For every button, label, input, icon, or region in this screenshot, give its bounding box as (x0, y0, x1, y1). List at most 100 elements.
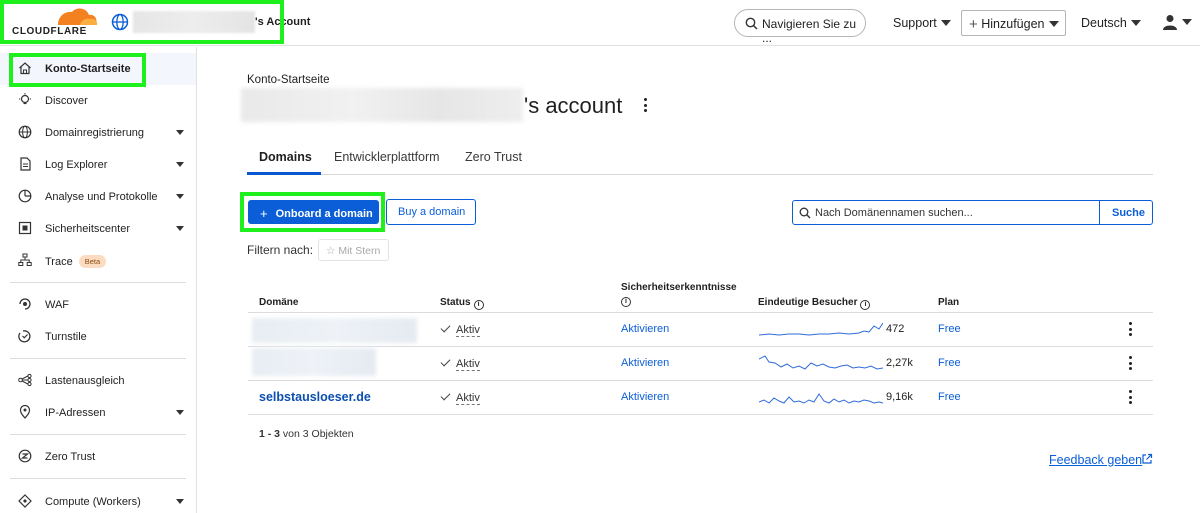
search-button[interactable]: Suche (1099, 200, 1153, 225)
column-header-visitors[interactable]: Eindeutige Besucher i (758, 297, 871, 310)
row-menu-icon[interactable] (1129, 356, 1133, 373)
pagination-total: von 3 Objekten (280, 428, 354, 440)
chevron-down-icon (176, 499, 184, 504)
clock-chart-icon (18, 189, 32, 203)
check-icon (440, 356, 451, 367)
sidebar-item-zero-trust[interactable]: Zero Trust (0, 441, 196, 473)
column-header-domain[interactable]: Domäne (259, 297, 298, 308)
sidebar: Konto-Startseite Discover Domainregistri… (0, 47, 197, 513)
visitors-count: 9,16k (886, 391, 913, 403)
sidebar-item-label: Domainregistrierung (45, 127, 145, 139)
sidebar-item-trace[interactable]: Trace Beta (0, 245, 196, 277)
plan-link[interactable]: Free (938, 357, 961, 369)
sidebar-item-turnstile[interactable]: Turnstile (0, 321, 196, 353)
domain-search-input[interactable]: Nach Domänennamen suchen... (792, 200, 1100, 225)
info-icon[interactable]: i (860, 300, 871, 310)
buy-domain-button[interactable]: Buy a domain (386, 199, 476, 225)
visitors-sparkline (759, 355, 883, 370)
chevron-down-icon (176, 226, 184, 231)
visitors-count: 2,27k (886, 357, 913, 369)
logo-wordmark: CLOUDFLARE (12, 26, 87, 37)
sidebar-item-sicherheitscenter[interactable]: Sicherheitscenter (0, 213, 196, 245)
pagination-summary: 1 - 3 von 3 Objekten (259, 428, 354, 440)
load-balancing-icon (18, 373, 32, 387)
zero-trust-icon (18, 449, 32, 463)
info-icon[interactable]: i (473, 300, 484, 310)
check-icon (440, 390, 451, 401)
active-tab-indicator (247, 172, 321, 175)
visitors-count: 472 (886, 323, 905, 335)
plus-icon: + (260, 206, 268, 221)
feedback-link[interactable]: Feedback geben (1049, 453, 1142, 467)
sidebar-item-compute-workers[interactable]: Compute (Workers) (0, 486, 196, 513)
status-text[interactable]: Aktiv (456, 324, 480, 337)
add-label: Hinzufügen (981, 17, 1045, 31)
activate-security-link[interactable]: Aktivieren (621, 391, 669, 403)
plus-icon: + (969, 16, 978, 33)
page-title: 's account (524, 93, 623, 118)
sidebar-item-label: Lastenausgleich (45, 375, 125, 387)
account-name-suffix: 's Account (255, 16, 311, 28)
row-menu-icon[interactable] (1129, 322, 1133, 339)
domain-name-redacted (252, 348, 376, 376)
tab-domains[interactable]: Domains (259, 150, 312, 164)
sidebar-item-label: Turnstile (45, 331, 87, 343)
onboard-domain-button[interactable]: + Onboard a domain (248, 200, 379, 224)
sidebar-item-analyse-und-protokolle[interactable]: Analyse und Protokolle (0, 181, 196, 213)
sidebar-item-konto-startseite[interactable]: Konto-Startseite (0, 53, 196, 85)
sidebar-item-waf[interactable]: WAF (0, 289, 196, 321)
activate-security-link[interactable]: Aktivieren (621, 323, 669, 335)
row-menu-icon[interactable] (1129, 390, 1133, 407)
column-header-plan[interactable]: Plan (938, 297, 959, 308)
domain-link[interactable]: selbstausloeser.de (259, 390, 371, 404)
star-icon: ☆ (326, 245, 336, 257)
visitors-sparkline (759, 322, 883, 336)
pagination-range: 1 - 3 (259, 428, 281, 440)
star-filter-button[interactable]: ☆ Mit Stern (318, 239, 389, 261)
support-menu[interactable]: Support (893, 16, 951, 30)
status-text[interactable]: Aktiv (456, 392, 480, 405)
activate-security-link[interactable]: Aktivieren (621, 357, 669, 369)
sidebar-item-domainregistrierung[interactable]: Domainregistrierung (0, 117, 196, 149)
sidebar-item-label: Trace (45, 256, 73, 268)
account-title-redacted (241, 88, 523, 122)
home-icon (19, 62, 31, 75)
search-icon (745, 17, 758, 30)
check-icon (440, 322, 451, 333)
top-bar: CLOUDFLARE 's Account Navigieren Sie zu … (0, 0, 1200, 46)
table-divider (248, 380, 1153, 381)
sidebar-item-label: WAF (45, 299, 70, 311)
globe-icon[interactable] (111, 13, 129, 31)
status-text[interactable]: Aktiv (456, 358, 480, 371)
account-name-redacted (133, 11, 255, 33)
chevron-down-icon (1130, 20, 1141, 26)
sidebar-item-discover[interactable]: Discover (0, 85, 196, 117)
cloudflare-logo[interactable]: CLOUDFLARE (12, 7, 98, 37)
sidebar-item-label: Discover (45, 95, 88, 107)
tab-entwicklerplattform[interactable]: Entwicklerplattform (334, 150, 440, 164)
sidebar-divider (10, 434, 186, 435)
external-link-icon[interactable] (1141, 453, 1153, 465)
tab-zero-trust[interactable]: Zero Trust (465, 150, 522, 164)
sidebar-item-label: Analyse und Protokolle (45, 191, 158, 203)
column-header-visitors-label: Eindeutige Besucher (758, 297, 858, 308)
chevron-down-icon (176, 194, 184, 199)
sidebar-item-label: Log Explorer (45, 159, 108, 171)
status-cell: Aktiv (440, 322, 480, 337)
column-header-security[interactable]: Sicherheitserkenntnisse i (621, 282, 737, 307)
language-menu[interactable]: Deutsch (1081, 16, 1141, 30)
column-header-status[interactable]: Status i (440, 297, 484, 310)
kebab-menu-icon[interactable] (644, 98, 648, 115)
navigate-search-button[interactable]: Navigieren Sie zu ... (734, 9, 866, 45)
plan-link[interactable]: Free (938, 323, 961, 335)
info-icon[interactable]: i (621, 297, 631, 307)
sidebar-item-ip-adressen[interactable]: IP-Adressen (0, 397, 196, 429)
workers-icon (18, 494, 32, 508)
plan-link[interactable]: Free (938, 391, 961, 403)
sidebar-item-log-explorer[interactable]: Log Explorer (0, 149, 196, 181)
table-divider (248, 414, 1153, 415)
sidebar-item-lastenausgleich[interactable]: Lastenausgleich (0, 365, 196, 397)
language-label: Deutsch (1081, 16, 1127, 30)
add-button[interactable]: + Hinzufügen (961, 10, 1066, 36)
user-menu[interactable] (1162, 14, 1192, 32)
